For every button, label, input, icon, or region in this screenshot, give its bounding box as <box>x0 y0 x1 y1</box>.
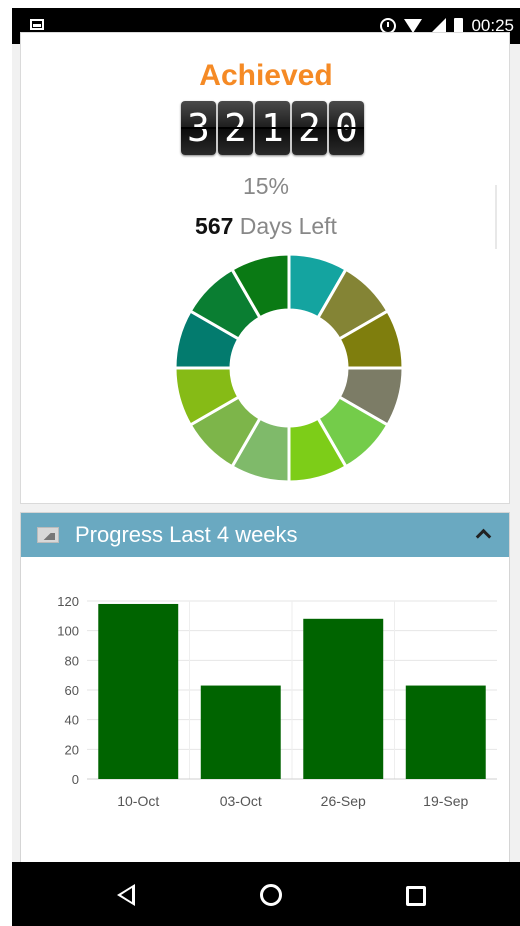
bar-26-Sep <box>303 618 384 779</box>
y-tick-label: 0 <box>72 772 79 787</box>
progress-donut <box>173 252 405 484</box>
bar-03-Oct <box>200 685 281 779</box>
achieved-counter: 3 2 1 2 0 <box>181 101 364 155</box>
counter-digit: 2 <box>218 101 253 155</box>
home-icon[interactable] <box>260 884 282 906</box>
progress-panel-title: Progress Last 4 weeks <box>75 522 298 547</box>
days-left-label: Days Left <box>239 213 337 239</box>
achieved-percent: 15% <box>242 173 290 199</box>
bar-10-Oct <box>98 603 179 779</box>
counter-digit: 3 <box>181 101 216 155</box>
recents-icon[interactable] <box>406 886 426 906</box>
achievement-card: Achieved 3 2 1 2 0 15% 567 Days Left <box>20 32 510 504</box>
y-tick-label: 60 <box>65 683 79 698</box>
x-tick-label: 26-Sep <box>321 793 366 809</box>
y-tick-label: 20 <box>65 742 79 757</box>
x-tick-label: 19-Sep <box>423 793 468 809</box>
chevron-up-icon[interactable] <box>475 526 491 542</box>
days-left: 567 Days Left <box>21 213 511 240</box>
image-notification-icon <box>30 19 44 30</box>
counter-digit: 0 <box>329 101 364 155</box>
y-tick-label: 100 <box>57 624 79 639</box>
counter-digit: 2 <box>292 101 327 155</box>
bar-19-Sep <box>405 685 486 779</box>
achieved-title: Achieved <box>199 59 333 92</box>
y-tick-label: 40 <box>65 713 79 728</box>
days-left-value: 567 <box>195 213 234 239</box>
y-tick-label: 80 <box>65 653 79 668</box>
back-icon[interactable] <box>117 884 135 906</box>
wifi-icon <box>404 19 423 33</box>
image-chart-icon <box>37 527 59 543</box>
progress-panel-header[interactable]: Progress Last 4 weeks <box>21 513 509 557</box>
progress-bar-chart: 0 20 40 60 80 100 120 10-Oct 03-Oct 26-Sep 19-Sep <box>57 594 497 809</box>
app-screen: 00:25 Achieved 3 2 1 2 0 15% 567 Days Le… <box>12 8 520 926</box>
divider <box>495 185 497 249</box>
y-tick-label: 120 <box>57 594 79 609</box>
navigation-bar <box>12 862 520 926</box>
x-tick-label: 10-Oct <box>117 793 159 809</box>
x-tick-label: 03-Oct <box>220 793 262 809</box>
counter-digit: 1 <box>255 101 290 155</box>
